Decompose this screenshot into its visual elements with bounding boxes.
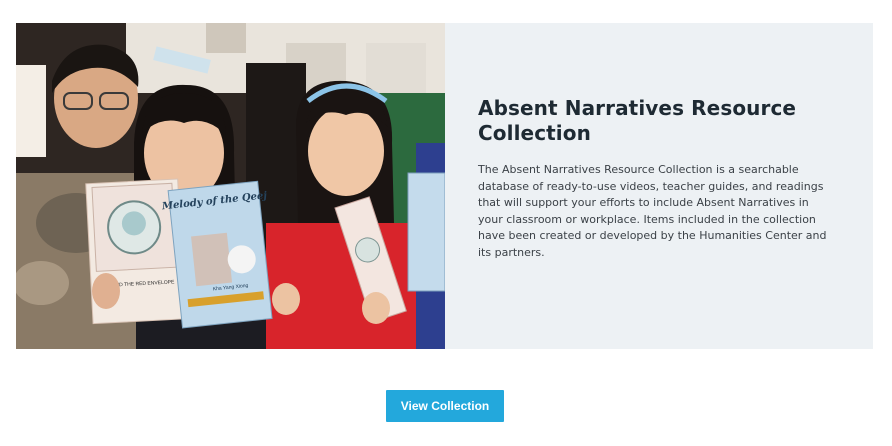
feature-description: The Absent Narratives Resource Collectio… [478,163,827,259]
view-collection-button[interactable]: View Collection [386,390,504,422]
feature-title: Absent Narratives Resource Collection [478,96,797,145]
feature-card: LINH AND THE RED ENVELOPE Melody of the … [16,23,873,349]
feature-text-panel: Absent Narratives Resource Collection Th… [445,23,873,349]
page: LINH AND THE RED ENVELOPE Melody of the … [0,0,892,446]
children-with-books-illustration: LINH AND THE RED ENVELOPE Melody of the … [16,23,445,349]
feature-photo: LINH AND THE RED ENVELOPE Melody of the … [16,23,445,349]
